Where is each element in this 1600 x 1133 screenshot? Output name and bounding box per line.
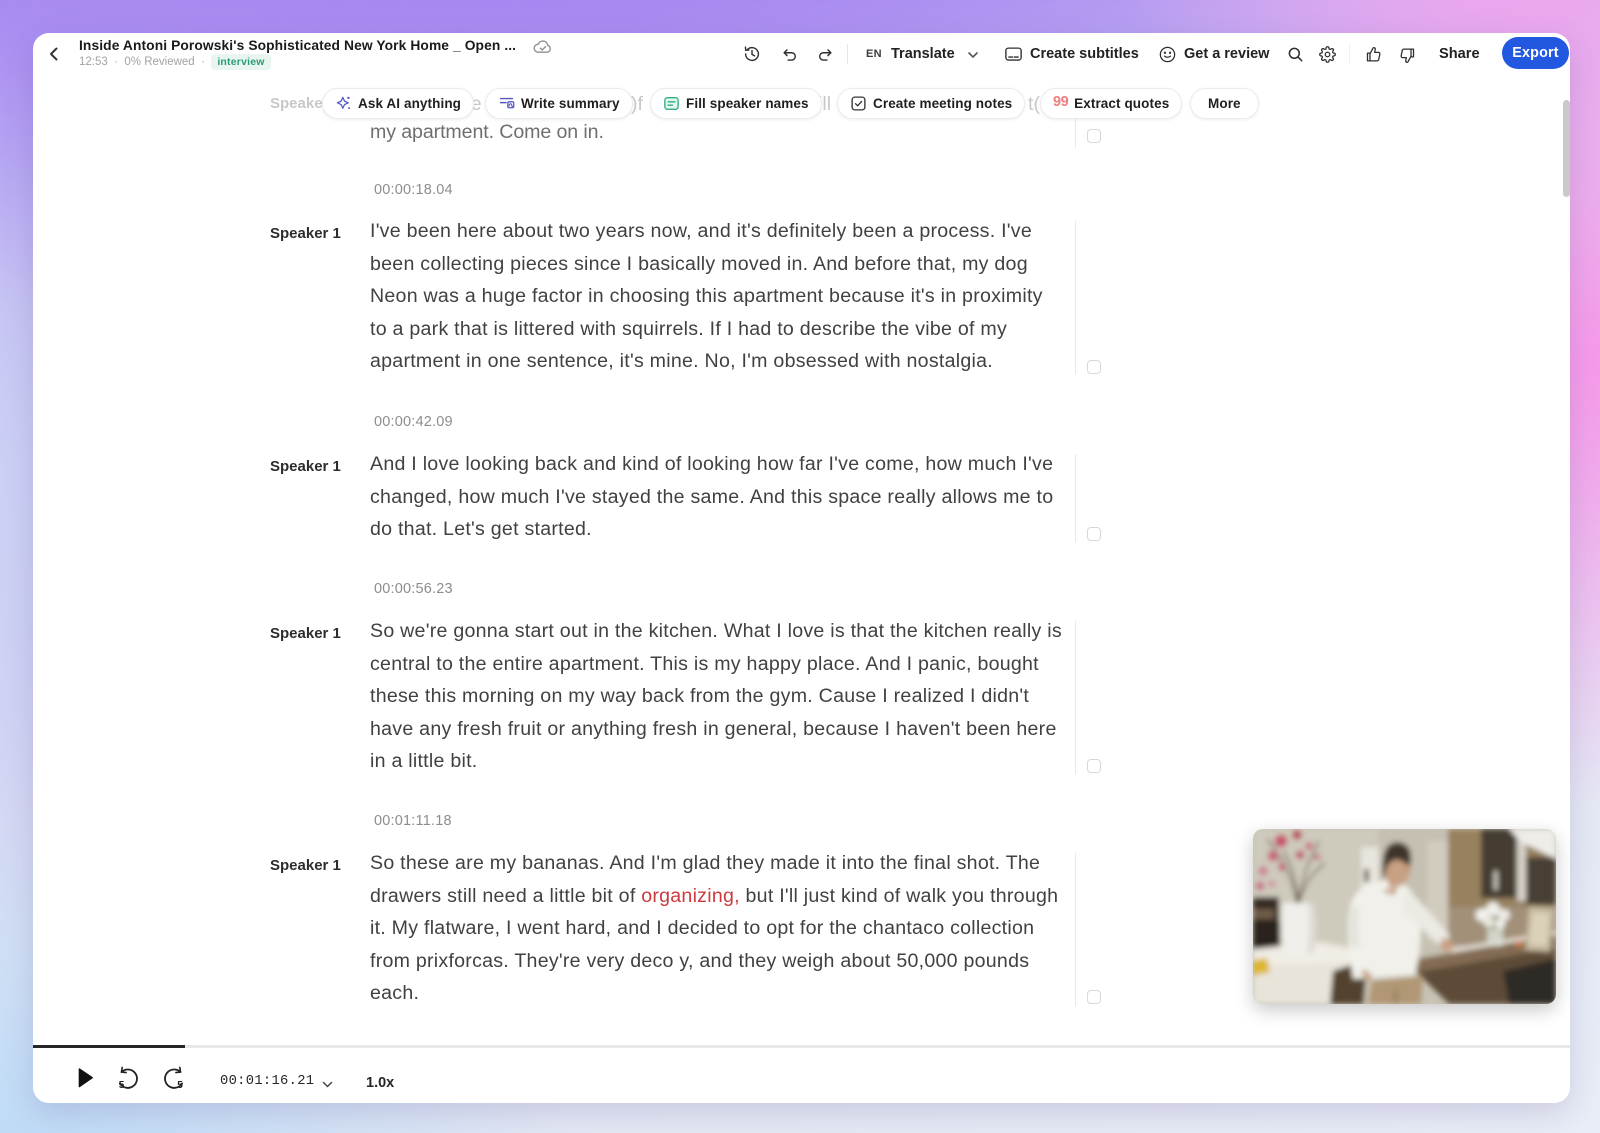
svg-text:5: 5	[177, 1080, 183, 1091]
svg-text:5: 5	[119, 1080, 125, 1091]
